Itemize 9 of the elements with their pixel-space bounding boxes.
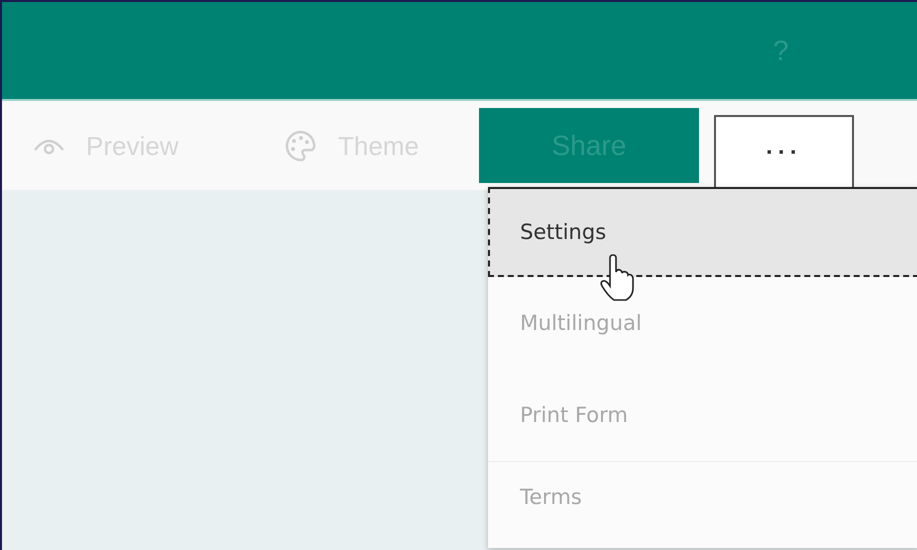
hand-cursor-icon bbox=[598, 254, 636, 302]
menu-item[interactable]: Multilingual bbox=[488, 277, 917, 369]
menu-item[interactable]: Print Form bbox=[488, 369, 917, 461]
menu-item[interactable]: Settings bbox=[488, 187, 917, 277]
more-button[interactable]: ··· bbox=[714, 115, 854, 189]
eye-icon bbox=[34, 137, 64, 155]
palette-icon bbox=[284, 130, 316, 162]
menu-item[interactable]: Terms bbox=[488, 461, 917, 531]
help-button[interactable]: ? bbox=[773, 34, 789, 66]
